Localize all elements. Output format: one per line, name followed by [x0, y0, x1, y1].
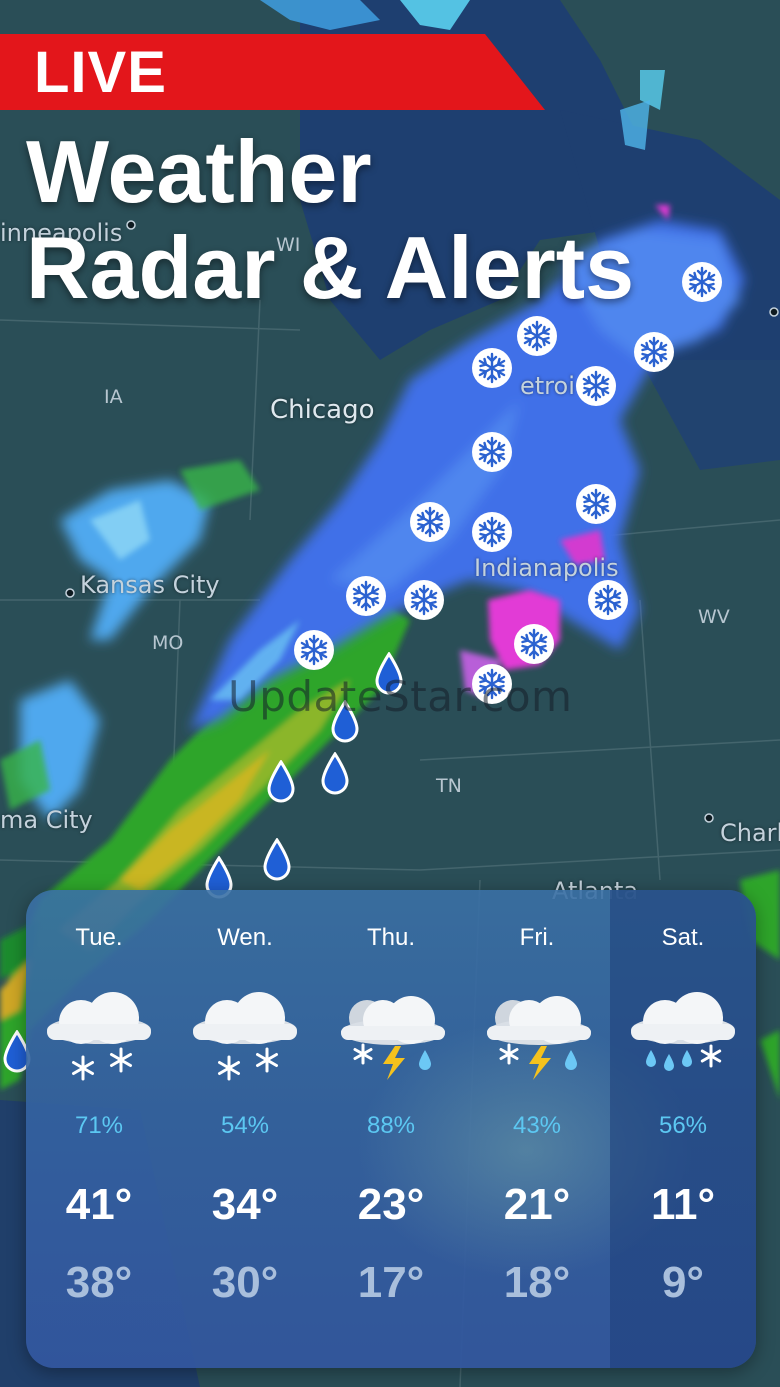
forecast-day-sat[interactable]: Sat. 56% 11° 9° [610, 890, 756, 1368]
day-name: Tue. [75, 924, 123, 951]
city-label-indianapolis: Indianapolis [474, 554, 619, 582]
high-temp: 41° [65, 1180, 133, 1229]
live-label: LIVE [34, 40, 167, 105]
high-temp: 11° [650, 1180, 716, 1229]
high-temp: 34° [211, 1180, 279, 1229]
city-label-chicago: Chicago [270, 395, 375, 425]
day-name: Fri. [519, 924, 555, 951]
cloud-thunder-snow-rain-icon [341, 996, 445, 1080]
state-label-wv: WV [698, 606, 730, 628]
precip-chance: 56% [658, 1112, 708, 1139]
forecast-day-tue[interactable]: Tue. 71% 41° 38° [26, 890, 172, 1368]
low-temp: 9° [661, 1258, 705, 1307]
precip-chance: 88% [366, 1112, 416, 1139]
precip-chance: 43% [512, 1112, 562, 1139]
cloud-snow-icon [47, 992, 151, 1081]
city-label-charlotte: Charl [720, 819, 780, 847]
city-label-detroit: etroi [520, 372, 575, 400]
city-label-oklahoma-city: ma City [0, 806, 93, 834]
city-label-kansas-city: Kansas City [80, 571, 220, 599]
day-name: Wen. [217, 924, 273, 951]
high-temp: 21° [503, 1180, 571, 1229]
forecast-panel: Tue. 71% 41° 38° Wen. 54% 34° 30° Thu. 8… [26, 890, 756, 1368]
cloud-rain-snow-icon [631, 992, 735, 1071]
cloud-snow-icon [193, 992, 297, 1081]
state-label-mo: MO [152, 632, 184, 654]
headline-line-2: Radar & Alerts [26, 218, 635, 317]
cloud-thunder-snow-rain-icon [487, 996, 591, 1080]
forecast-day-thu[interactable]: Thu. 88% 23° 17° [318, 890, 464, 1368]
forecast-day-fri[interactable]: Fri. 43% 21° 18° [464, 890, 610, 1368]
low-temp: 17° [357, 1258, 425, 1307]
low-temp: 38° [65, 1258, 133, 1307]
watermark: UpdateStar.com [228, 672, 573, 721]
high-temp: 23° [357, 1180, 425, 1229]
day-name: Thu. [366, 924, 416, 951]
day-name: Sat. [661, 924, 705, 951]
headline-line-1: Weather [26, 122, 372, 221]
low-temp: 18° [503, 1258, 571, 1307]
forecast-day-wen[interactable]: Wen. 54% 34° 30° [172, 890, 318, 1368]
state-label-tn: TN [436, 775, 462, 797]
precip-chance: 71% [74, 1112, 124, 1139]
precip-chance: 54% [220, 1112, 270, 1139]
low-temp: 30° [211, 1258, 279, 1307]
state-label-ia: IA [104, 386, 123, 408]
